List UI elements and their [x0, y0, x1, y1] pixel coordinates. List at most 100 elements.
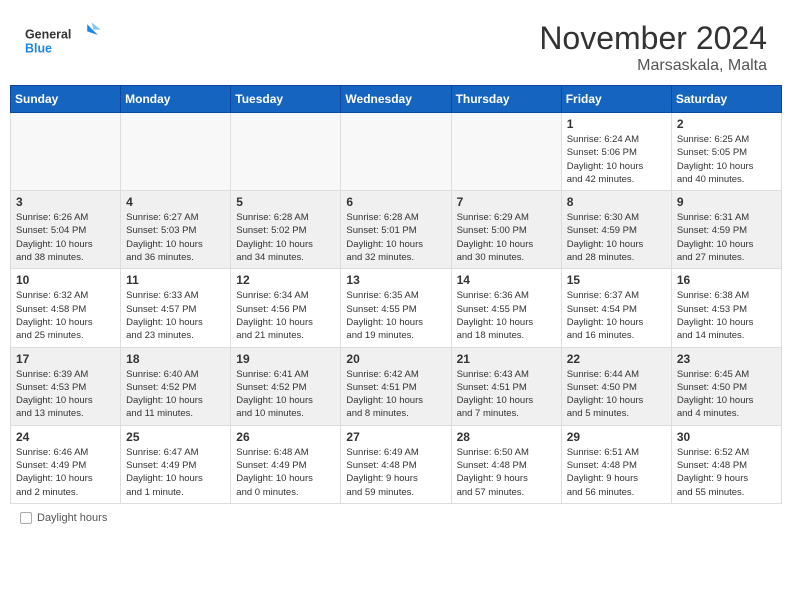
- calendar-day-23: 23Sunrise: 6:45 AM Sunset: 4:50 PM Dayli…: [671, 347, 781, 425]
- calendar-day-8: 8Sunrise: 6:30 AM Sunset: 4:59 PM Daylig…: [561, 191, 671, 269]
- day-number: 20: [346, 352, 445, 366]
- day-number: 18: [126, 352, 225, 366]
- day-number: 27: [346, 430, 445, 444]
- day-info: Sunrise: 6:44 AM Sunset: 4:50 PM Dayligh…: [567, 368, 666, 421]
- day-number: 13: [346, 273, 445, 287]
- calendar-day-25: 25 Sunrise: 6:47 AM Sunset: 4:49 PM Dayli…: [121, 425, 231, 503]
- day-number: 10: [16, 273, 115, 287]
- day-info: Sunrise: 6:46 AM Sunset: 4:49 PM Dayligh…: [16, 446, 115, 499]
- weekday-header-tuesday: Tuesday: [231, 86, 341, 113]
- day-info: Sunrise: 6:26 AM Sunset: 5:04 PM Dayligh…: [16, 211, 115, 264]
- calendar-day-7: 7 Sunrise: 6:29 AM Sunset: 5:00 PM Daylig…: [451, 191, 561, 269]
- day-info: Sunrise: 6:32 AM Sunset: 4:58 PM Dayligh…: [16, 289, 115, 342]
- logo: General Blue: [25, 20, 105, 65]
- calendar-day-3: 3 Sunrise: 6:26 AM Sunset: 5:04 PM Daylig…: [11, 191, 121, 269]
- day-number: 7: [457, 195, 556, 209]
- day-number: 30: [677, 430, 776, 444]
- svg-text:General: General: [25, 28, 71, 42]
- calendar-day-14: 14 Sunrise: 6:36 AM Sunset: 4:55 PM Dayli…: [451, 269, 561, 347]
- day-number: 14: [457, 273, 556, 287]
- day-number: 21: [457, 352, 556, 366]
- legend: Daylight hours: [10, 512, 782, 524]
- day-number: 2: [677, 117, 776, 131]
- day-info: Sunrise: 6:51 AM Sunset: 4:48 PM Dayligh…: [567, 446, 666, 499]
- calendar-row: 3 Sunrise: 6:26 AM Sunset: 5:04 PM Daylig…: [11, 191, 782, 269]
- day-info: Sunrise: 6:47 AM Sunset: 4:49 PM Dayligh…: [126, 446, 225, 499]
- weekday-header-friday: Friday: [561, 86, 671, 113]
- day-number: 6: [346, 195, 445, 209]
- calendar-day-21: 21Sunrise: 6:43 AM Sunset: 4:51 PM Dayli…: [451, 347, 561, 425]
- day-info: Sunrise: 6:40 AM Sunset: 4:52 PM Dayligh…: [126, 368, 225, 421]
- calendar-day-27: 27 Sunrise: 6:49 AM Sunset: 4:48 PM Dayli…: [341, 425, 451, 503]
- day-info: Sunrise: 6:28 AM Sunset: 5:02 PM Dayligh…: [236, 211, 335, 264]
- calendar-day-20: 20 Sunrise: 6:42 AM Sunset: 4:51 PM Dayli…: [341, 347, 451, 425]
- location: Marsaskala, Malta: [539, 57, 767, 75]
- day-number: 24: [16, 430, 115, 444]
- day-info: Sunrise: 6:50 AM Sunset: 4:48 PM Dayligh…: [457, 446, 556, 499]
- calendar-day-15: 15 Sunrise: 6:37 AM Sunset: 4:54 PM Dayli…: [561, 269, 671, 347]
- calendar-row: 10 Sunrise: 6:32 AM Sunset: 4:58 PM Dayli…: [11, 269, 782, 347]
- calendar-day-9: 9 Sunrise: 6:31 AM Sunset: 4:59 PM Daylig…: [671, 191, 781, 269]
- day-number: 8: [567, 195, 666, 209]
- calendar-row: 1Sunrise: 6:24 AM Sunset: 5:06 PM Daylig…: [11, 113, 782, 191]
- day-info: Sunrise: 6:35 AM Sunset: 4:55 PM Dayligh…: [346, 289, 445, 342]
- calendar-day-4: 4 Sunrise: 6:27 AM Sunset: 5:03 PM Daylig…: [121, 191, 231, 269]
- month-title: November 2024: [539, 20, 767, 57]
- legend-dot-daylight: [20, 512, 32, 524]
- day-number: 16: [677, 273, 776, 287]
- day-info: Sunrise: 6:25 AM Sunset: 5:05 PM Dayligh…: [677, 133, 776, 186]
- day-number: 3: [16, 195, 115, 209]
- day-number: 19: [236, 352, 335, 366]
- day-number: 5: [236, 195, 335, 209]
- day-info: Sunrise: 6:33 AM Sunset: 4:57 PM Dayligh…: [126, 289, 225, 342]
- day-info: Sunrise: 6:29 AM Sunset: 5:00 PM Dayligh…: [457, 211, 556, 264]
- calendar-day-5: 5 Sunrise: 6:28 AM Sunset: 5:02 PM Daylig…: [231, 191, 341, 269]
- day-info: Sunrise: 6:37 AM Sunset: 4:54 PM Dayligh…: [567, 289, 666, 342]
- calendar-day-24: 24 Sunrise: 6:46 AM Sunset: 4:49 PM Dayli…: [11, 425, 121, 503]
- calendar-empty: [11, 113, 121, 191]
- day-info: Sunrise: 6:48 AM Sunset: 4:49 PM Dayligh…: [236, 446, 335, 499]
- legend-daylight: Daylight hours: [20, 512, 107, 524]
- calendar-day-17: 17Sunrise: 6:39 AM Sunset: 4:53 PM Dayli…: [11, 347, 121, 425]
- calendar-day-1: 1Sunrise: 6:24 AM Sunset: 5:06 PM Daylig…: [561, 113, 671, 191]
- day-info: Sunrise: 6:27 AM Sunset: 5:03 PM Dayligh…: [126, 211, 225, 264]
- day-number: 1: [567, 117, 666, 131]
- calendar-header-row: SundayMondayTuesdayWednesdayThursdayFrid…: [11, 86, 782, 113]
- calendar-day-26: 26 Sunrise: 6:48 AM Sunset: 4:49 PM Dayli…: [231, 425, 341, 503]
- day-number: 22: [567, 352, 666, 366]
- day-number: 15: [567, 273, 666, 287]
- legend-daylight-label: Daylight hours: [37, 512, 107, 524]
- calendar-day-2: 2 Sunrise: 6:25 AM Sunset: 5:05 PM Daylig…: [671, 113, 781, 191]
- day-number: 4: [126, 195, 225, 209]
- day-info: Sunrise: 6:52 AM Sunset: 4:48 PM Dayligh…: [677, 446, 776, 499]
- day-info: Sunrise: 6:38 AM Sunset: 4:53 PM Dayligh…: [677, 289, 776, 342]
- calendar-day-6: 6Sunrise: 6:28 AM Sunset: 5:01 PM Daylig…: [341, 191, 451, 269]
- day-number: 26: [236, 430, 335, 444]
- day-number: 28: [457, 430, 556, 444]
- page-header: General Blue November 2024 Marsaskala, M…: [10, 10, 782, 80]
- day-number: 29: [567, 430, 666, 444]
- calendar-empty: [341, 113, 451, 191]
- calendar-day-12: 12Sunrise: 6:34 AM Sunset: 4:56 PM Dayli…: [231, 269, 341, 347]
- logo-svg: General Blue: [25, 20, 105, 65]
- day-number: 11: [126, 273, 225, 287]
- weekday-header-wednesday: Wednesday: [341, 86, 451, 113]
- calendar-day-29: 29 Sunrise: 6:51 AM Sunset: 4:48 PM Dayli…: [561, 425, 671, 503]
- day-info: Sunrise: 6:49 AM Sunset: 4:48 PM Dayligh…: [346, 446, 445, 499]
- day-info: Sunrise: 6:31 AM Sunset: 4:59 PM Dayligh…: [677, 211, 776, 264]
- calendar-row: 24 Sunrise: 6:46 AM Sunset: 4:49 PM Dayli…: [11, 425, 782, 503]
- day-info: Sunrise: 6:41 AM Sunset: 4:52 PM Dayligh…: [236, 368, 335, 421]
- calendar-empty: [451, 113, 561, 191]
- calendar-day-13: 13 Sunrise: 6:35 AM Sunset: 4:55 PM Dayli…: [341, 269, 451, 347]
- weekday-header-thursday: Thursday: [451, 86, 561, 113]
- day-number: 9: [677, 195, 776, 209]
- day-info: Sunrise: 6:42 AM Sunset: 4:51 PM Dayligh…: [346, 368, 445, 421]
- day-info: Sunrise: 6:39 AM Sunset: 4:53 PM Dayligh…: [16, 368, 115, 421]
- day-info: Sunrise: 6:45 AM Sunset: 4:50 PM Dayligh…: [677, 368, 776, 421]
- calendar-day-19: 19 Sunrise: 6:41 AM Sunset: 4:52 PM Dayli…: [231, 347, 341, 425]
- weekday-header-saturday: Saturday: [671, 86, 781, 113]
- day-info: Sunrise: 6:36 AM Sunset: 4:55 PM Dayligh…: [457, 289, 556, 342]
- calendar-day-30: 30 Sunrise: 6:52 AM Sunset: 4:48 PM Dayli…: [671, 425, 781, 503]
- day-number: 25: [126, 430, 225, 444]
- calendar-day-10: 10 Sunrise: 6:32 AM Sunset: 4:58 PM Dayli…: [11, 269, 121, 347]
